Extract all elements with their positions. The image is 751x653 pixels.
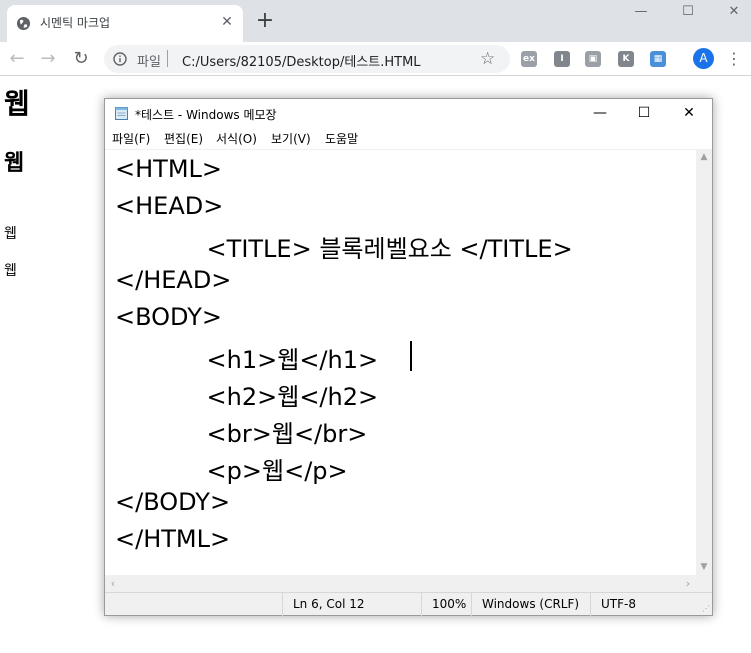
forward-button[interactable]: → [36,47,60,71]
browser-menu-icon[interactable]: ⋮ [726,48,742,70]
status-line-ending: Windows (CRLF) [471,593,591,616]
notepad-minimize-button[interactable]: — [577,99,623,128]
notepad-close-button[interactable]: ✕ [666,99,712,128]
notepad-window: *테스트 - Windows 메모장 — ☐ ✕ 파일(F) 편집(E) 서식(… [104,98,713,616]
profile-avatar[interactable]: A [693,48,714,69]
ext-screen-icon[interactable]: ▣ [585,51,601,67]
scrollbar-corner [696,575,712,592]
notepad-menubar: 파일(F) 편집(E) 서식(O) 보기(V) 도움말 [105,128,712,148]
window-minimize-button[interactable]: — [626,2,656,24]
menu-edit[interactable]: 편집(E) [164,130,203,147]
back-button[interactable]: ← [5,47,29,71]
editor-line: <TITLE> 블록레벨요소 </TITLE> [115,235,573,263]
notepad-maximize-button[interactable]: ☐ [621,99,667,128]
editor-line: <p>웹</p> [115,457,348,485]
menu-help[interactable]: 도움말 [325,130,358,147]
page-br-text: 웹 [4,226,17,242]
menu-format[interactable]: 서식(O) [216,130,257,147]
scroll-right-icon[interactable]: › [680,575,696,592]
globe-icon [16,16,31,31]
resize-grip-icon[interactable]: ⋰ [702,604,710,613]
editor-line: <h2>웹</h2> [115,383,379,411]
tab-close-icon[interactable]: ✕ [217,12,237,32]
reload-button[interactable]: ↻ [69,47,93,71]
editor-line: </HEAD> [115,266,232,294]
new-tab-button[interactable]: + [254,10,276,32]
status-zoom: 100% [421,593,472,616]
ext-photo-icon[interactable]: ▦ [650,51,666,67]
window-close-button[interactable]: ✕ [719,2,749,24]
editor-line: <HEAD> [115,192,224,220]
notepad-statusbar: Ln 6, Col 12 100% Windows (CRLF) UTF-8 ⋰ [105,592,712,616]
ext-i-icon[interactable]: I [554,51,570,67]
tab-title: 시멘틱 마크업 [40,16,111,30]
ext-k-icon[interactable]: K [618,51,634,67]
ext-gray-icon[interactable]: ex [521,51,537,67]
notepad-title: *테스트 - Windows 메모장 [135,108,277,122]
address-url[interactable]: C:/Users/82105/Desktop/테스트.HTML [182,51,421,70]
address-scheme-label: 파일 [137,55,161,70]
page-heading-1: 웹 [4,87,30,120]
scroll-down-icon[interactable]: ▼ [696,559,712,575]
browser-tab[interactable]: 시멘틱 마크업 ✕ [7,5,243,42]
scroll-up-icon[interactable]: ▲ [696,149,712,165]
menu-view[interactable]: 보기(V) [271,130,311,147]
window-maximize-button[interactable]: ☐ [673,2,703,24]
editor-line: </HTML> [115,525,231,553]
editor-line: <h1>웹</h1> [115,346,379,374]
page-paragraph: 웹 [4,263,17,279]
editor-line: <BODY> [115,303,222,331]
scroll-left-icon[interactable]: ‹ [105,575,121,592]
editor-line: <HTML> [115,155,223,183]
text-caret [410,341,412,371]
address-separator [167,50,168,67]
menu-file[interactable]: 파일(F) [112,130,150,147]
page-heading-2: 웹 [4,151,25,176]
editor-line: <br>웹</br> [115,420,368,448]
notepad-titlebar[interactable]: *테스트 - Windows 메모장 — ☐ ✕ [105,99,712,128]
status-cursor-position: Ln 6, Col 12 [282,593,424,616]
notepad-editor[interactable]: <HTML> <HEAD> <TITLE> 블록레벨요소 </TITLE> </… [105,149,696,575]
browser-toolbar: ← → ↻ 파일 C:/Users/82105/Desktop/테스트.HTML… [0,42,751,76]
browser-tab-strip: 시멘틱 마크업 ✕ + — ☐ ✕ [0,0,751,42]
horizontal-scrollbar[interactable]: ‹ › [105,575,696,592]
editor-line: </BODY> [115,488,231,516]
info-icon[interactable] [113,52,127,66]
notepad-icon [115,107,128,120]
bookmark-star-icon[interactable]: ☆ [480,49,495,69]
status-encoding: UTF-8 [590,593,712,616]
address-bar[interactable]: 파일 C:/Users/82105/Desktop/테스트.HTML ☆ [104,45,510,73]
vertical-scrollbar[interactable]: ▲ ▼ [696,149,712,575]
